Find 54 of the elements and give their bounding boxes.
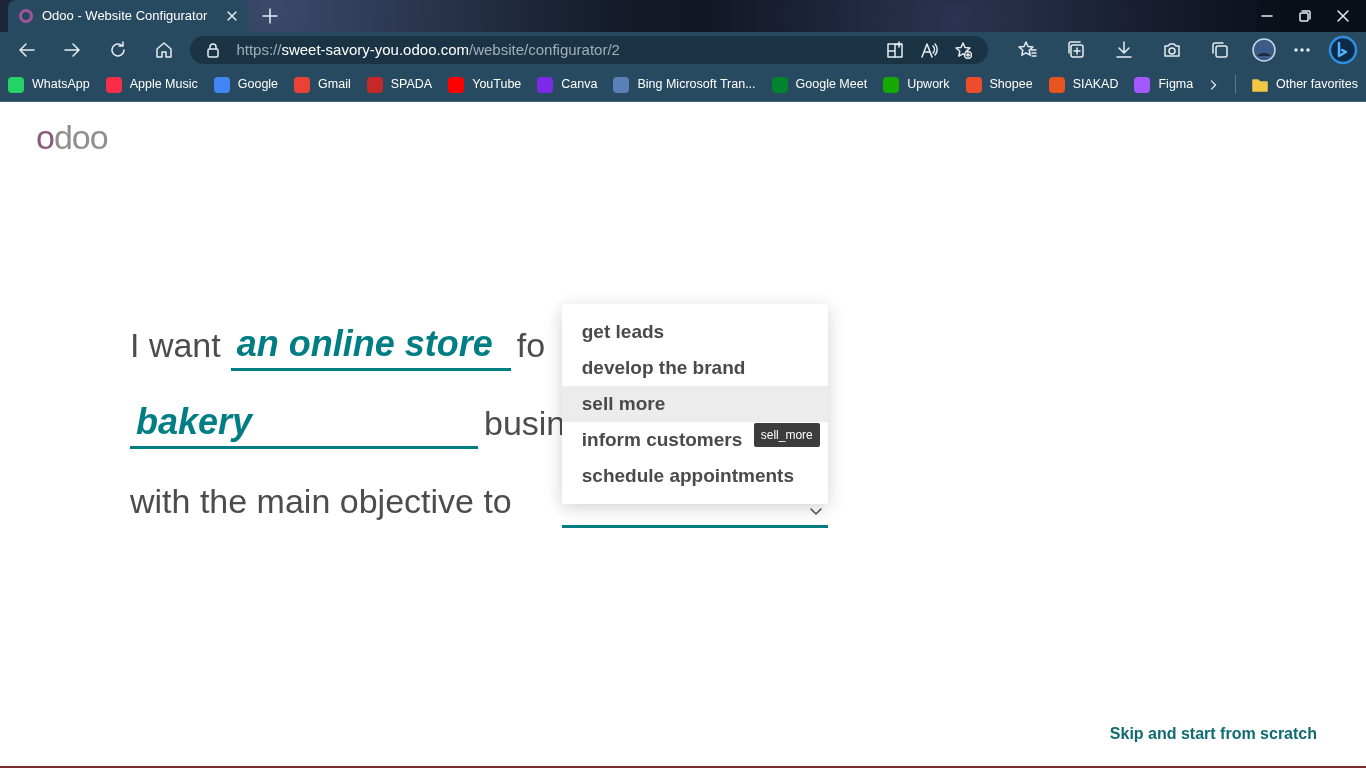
new-tab-icon[interactable]	[262, 8, 278, 24]
url-text: https://sweet-savory-you.odoo.com/website/configurator/2	[236, 39, 621, 60]
dropdown-option[interactable]: inform customers	[581, 425, 743, 455]
tooltip: sell_more	[753, 423, 820, 447]
skip-link[interactable]: Skip and start from scratch	[1109, 722, 1317, 746]
lock-icon	[206, 42, 221, 58]
profile-avatar[interactable]	[1252, 38, 1276, 62]
address-bar[interactable]: https://sweet-savory-you.odoo.com/website/configurator/2	[190, 36, 988, 64]
bookmark-link[interactable]: Bing Microsoft Tran...	[613, 75, 756, 94]
odoo-favicon-icon	[18, 8, 34, 24]
screenshot-icon[interactable]	[1162, 40, 1182, 60]
bookmark-link[interactable]: Figma	[1134, 75, 1194, 94]
bookmark-link[interactable]: SPADA	[366, 75, 433, 94]
split-screen-icon[interactable]	[886, 41, 904, 59]
download-icon[interactable]	[1114, 40, 1134, 60]
home-icon[interactable]	[153, 40, 174, 60]
close-icon[interactable]	[226, 10, 238, 22]
add-favorite-icon[interactable]	[954, 41, 972, 59]
bookmark-link[interactable]: Apple Music	[105, 75, 198, 94]
odoo-logo[interactable]: odoo	[36, 120, 108, 154]
sentence-text: with the main objective to	[130, 480, 512, 522]
close-icon[interactable]	[1336, 9, 1350, 23]
bookmark-link[interactable]: Google Meet	[771, 75, 868, 94]
sentence-text: busin	[484, 402, 566, 444]
browser-tab[interactable]: Odoo - Website Configurator	[8, 0, 248, 32]
refresh-icon[interactable]	[108, 40, 128, 60]
dropdown-option[interactable]: schedule appointments	[581, 461, 794, 491]
bing-chat-icon[interactable]	[1328, 35, 1358, 65]
folder-icon	[1252, 77, 1268, 92]
input-field[interactable]: an online store	[230, 319, 511, 371]
bookmark-link[interactable]: WhatsApp	[8, 75, 90, 94]
read-aloud-icon[interactable]	[920, 41, 938, 59]
back-icon[interactable]	[16, 40, 37, 60]
bookmark-link[interactable]: Shopee	[965, 75, 1033, 94]
dropdown-option[interactable]: develop the brand	[581, 353, 746, 383]
dropdown-option[interactable]: get leads	[581, 317, 665, 347]
bookmark-link[interactable]: Canva	[537, 75, 598, 94]
bookmark-link[interactable]: Gmail	[294, 75, 351, 94]
bookmark-link[interactable]: Google	[213, 75, 279, 94]
forward-icon[interactable]	[62, 40, 83, 60]
chevron-right-icon[interactable]	[1209, 77, 1219, 92]
bookmark-link[interactable]: SIAKAD	[1048, 75, 1119, 94]
sentence-text: fo	[516, 324, 546, 366]
input-field[interactable]: bakery	[130, 397, 478, 449]
favorites-icon[interactable]	[1018, 40, 1038, 60]
sentence-text: I want	[130, 324, 221, 366]
chevron-down-icon	[809, 508, 822, 516]
bookmark-link[interactable]: YouTube	[448, 75, 522, 94]
collections-icon[interactable]	[1066, 40, 1086, 60]
tab-title: Odoo - Website Configurator	[42, 7, 209, 26]
bookmark-link[interactable]: Upwork	[883, 75, 950, 94]
bookmark-folder[interactable]: Other favorites	[1235, 75, 1358, 94]
restore-icon[interactable]	[1298, 9, 1312, 23]
tabs-icon[interactable]	[1210, 40, 1230, 60]
